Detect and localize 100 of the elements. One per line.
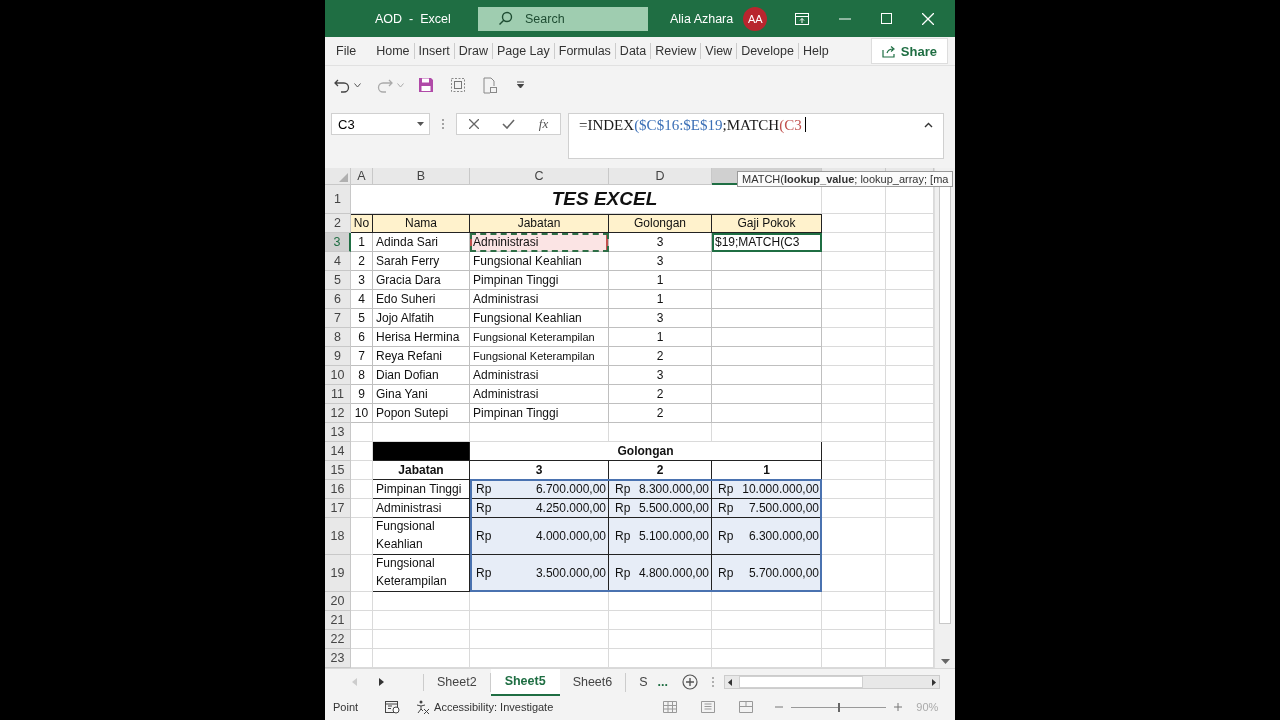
print-preview-icon[interactable] — [482, 76, 498, 94]
formula-field[interactable]: =INDEX($C$16:$E$19;MATCH(C3 — [568, 113, 944, 159]
accessibility-status[interactable]: Accessibility: Investigate — [434, 701, 554, 714]
insert-function-button[interactable]: fx — [538, 116, 549, 132]
redo-icon[interactable] — [377, 77, 393, 93]
empty-cell[interactable] — [822, 422, 886, 442]
select-all-icon[interactable] — [339, 172, 348, 182]
menu-tab[interactable]: Page Lay — [492, 43, 555, 59]
menu-tab[interactable]: Draw — [454, 43, 493, 59]
empty-cell[interactable] — [822, 384, 886, 404]
menu-tab[interactable]: View — [701, 43, 738, 59]
empty-cell[interactable] — [822, 403, 886, 423]
empty-cell[interactable] — [373, 629, 470, 649]
menu-tab[interactable]: File — [332, 43, 361, 59]
empty-cell[interactable] — [822, 346, 886, 366]
empty-cell[interactable] — [373, 610, 470, 630]
empty-cell[interactable] — [470, 629, 609, 649]
page-layout-icon[interactable] — [701, 701, 716, 714]
empty-cell[interactable] — [822, 629, 886, 649]
empty-cell[interactable] — [373, 648, 470, 668]
scroll-right-icon[interactable] — [932, 678, 936, 686]
share-button[interactable]: Share — [870, 38, 948, 64]
menu-tab[interactable]: Home — [372, 43, 415, 59]
empty-cell[interactable] — [470, 422, 609, 442]
undo-icon[interactable] — [334, 77, 350, 93]
menu-tab[interactable]: Data — [615, 43, 652, 59]
empty-cell[interactable] — [822, 308, 886, 328]
empty-cell[interactable] — [712, 648, 822, 668]
empty-cell[interactable] — [609, 591, 712, 611]
empty-cell[interactable] — [712, 365, 822, 385]
sheet-tab[interactable]: Sheet5 — [490, 668, 560, 696]
name-box[interactable]: C3 — [331, 113, 430, 135]
empty-cell[interactable] — [712, 384, 822, 404]
row-header[interactable]: 19 — [325, 554, 351, 592]
empty-cell[interactable] — [609, 610, 712, 630]
previous-sheet-icon[interactable] — [352, 678, 357, 687]
menu-tab[interactable]: Insert — [414, 43, 455, 59]
minimize-icon[interactable] — [839, 17, 852, 20]
next-sheet-icon[interactable] — [379, 678, 384, 687]
accessibility-icon[interactable] — [415, 700, 431, 715]
menu-tab[interactable]: Help — [798, 43, 833, 59]
empty-cell[interactable] — [822, 610, 886, 630]
normal-view-icon[interactable] — [663, 701, 678, 714]
empty-cell[interactable] — [822, 441, 886, 461]
menu-tab[interactable]: Review — [651, 43, 702, 59]
empty-cell[interactable] — [822, 289, 886, 309]
scrollbar-thumb[interactable] — [939, 185, 951, 624]
empty-cell[interactable] — [609, 648, 712, 668]
caret-icon[interactable] — [354, 82, 361, 88]
empty-cell[interactable] — [822, 232, 886, 252]
zoom-in-icon[interactable] — [894, 703, 903, 712]
empty-cell[interactable] — [712, 403, 822, 423]
empty-cell[interactable] — [822, 270, 886, 290]
selection-icon[interactable] — [450, 77, 466, 93]
empty-cell[interactable] — [712, 308, 822, 328]
scroll-left-icon[interactable] — [728, 678, 732, 686]
empty-cell[interactable] — [712, 270, 822, 290]
page-break-icon[interactable] — [739, 701, 754, 714]
empty-cell[interactable] — [712, 629, 822, 649]
caret-icon[interactable] — [417, 122, 424, 126]
maximize-icon[interactable] — [881, 13, 893, 24]
empty-cell[interactable] — [712, 591, 822, 611]
sheet-tab[interactable]: Sheet2 — [424, 672, 491, 692]
close-icon[interactable] — [922, 12, 935, 25]
row-header[interactable]: 1 — [325, 184, 351, 214]
empty-cell[interactable] — [822, 327, 886, 347]
save-icon[interactable] — [418, 77, 434, 93]
empty-cell[interactable] — [822, 460, 886, 480]
empty-cell[interactable] — [712, 327, 822, 347]
enter-icon[interactable] — [502, 119, 516, 129]
empty-cell[interactable] — [712, 346, 822, 366]
empty-cell[interactable] — [351, 517, 373, 555]
menu-tab[interactable]: Develope — [737, 43, 799, 59]
add-sheet-icon[interactable] — [682, 674, 698, 691]
empty-cell[interactable] — [609, 422, 712, 442]
row-header[interactable]: 18 — [325, 517, 351, 555]
sheet-tab[interactable]: Sheet6 — [559, 672, 627, 692]
scroll-down-icon[interactable] — [941, 658, 950, 664]
zoom-out-icon[interactable] — [775, 706, 784, 709]
empty-cell[interactable] — [609, 629, 712, 649]
empty-cell[interactable] — [822, 591, 886, 611]
collapse-icon[interactable] — [924, 122, 933, 128]
empty-cell[interactable] — [373, 422, 470, 442]
empty-cell[interactable] — [470, 648, 609, 668]
empty-cell[interactable] — [470, 591, 609, 611]
ribbon-display-icon[interactable] — [795, 12, 810, 25]
empty-cell[interactable] — [351, 554, 373, 592]
horizontal-scrollbar[interactable] — [724, 675, 940, 690]
sheet-tab[interactable]: S — [626, 672, 652, 692]
macro-recording-icon[interactable] — [385, 700, 401, 714]
empty-cell[interactable] — [373, 591, 470, 611]
empty-cell[interactable] — [712, 251, 822, 271]
more-sheets[interactable]: ... — [657, 675, 668, 690]
empty-cell[interactable] — [712, 289, 822, 309]
empty-cell[interactable] — [712, 422, 822, 442]
table-cell[interactable]: $19;MATCH(C3 — [712, 232, 822, 252]
empty-cell[interactable] — [822, 365, 886, 385]
search-field[interactable]: Search — [478, 6, 648, 31]
empty-cell[interactable] — [822, 251, 886, 271]
empty-cell[interactable] — [712, 610, 822, 630]
